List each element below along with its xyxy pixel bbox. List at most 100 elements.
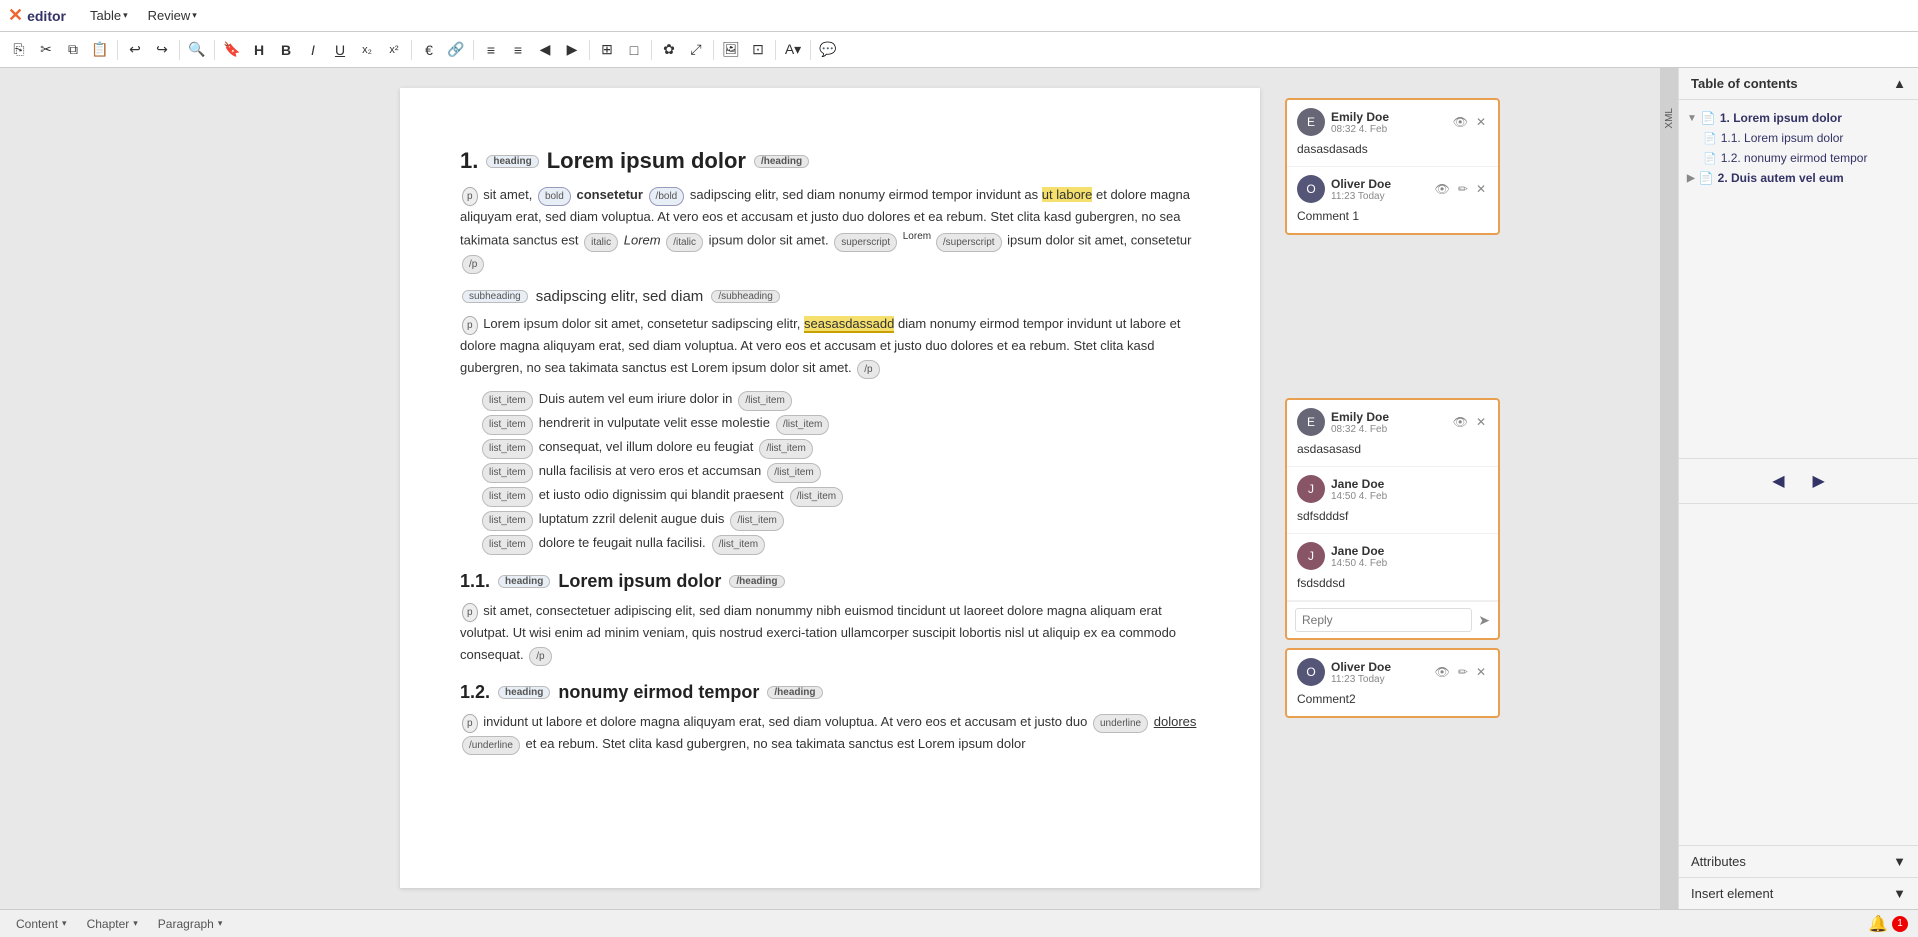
insert-element-chevron: ▼: [1893, 886, 1906, 901]
comment-eye-btn-1-1[interactable]: 👁: [1451, 113, 1470, 131]
expand-btn[interactable]: ⤢: [683, 37, 709, 63]
para1-text4: ipsum dolor sit amet.: [709, 233, 833, 248]
comment-meta-2-3: Jane Doe 14:50 4. Feb: [1331, 544, 1488, 569]
search-btn[interactable]: 🔍: [184, 37, 210, 63]
redo-btn[interactable]: ↪: [149, 37, 175, 63]
xml-panel-toggle[interactable]: XML: [1660, 68, 1678, 909]
review-menu[interactable]: Review ▾: [140, 4, 205, 27]
comment-author-3-1: Oliver Doe: [1331, 660, 1427, 674]
toc-item-2[interactable]: ▶ 📄 2. Duis autem vel eum: [1679, 168, 1918, 188]
h11-number: 1.1.: [460, 571, 490, 592]
p-tag-1: p: [462, 187, 478, 206]
comment-eye-btn-1-2[interactable]: 👁: [1433, 180, 1452, 198]
h11-tag-open: heading: [498, 575, 550, 588]
bell-icon[interactable]: 🔔: [1868, 914, 1888, 934]
comment-close-btn-2-1[interactable]: ✕: [1474, 413, 1488, 431]
underline-btn[interactable]: U: [327, 37, 353, 63]
comment-text-2-1: asdasasasd: [1297, 440, 1488, 458]
comment-close-btn-1-2[interactable]: ✕: [1474, 180, 1488, 198]
table-menu[interactable]: Table ▾: [82, 4, 136, 27]
image-btn[interactable]: 🖼: [718, 37, 744, 63]
attributes-panel[interactable]: Attributes ▼: [1679, 845, 1918, 877]
bold-btn[interactable]: B: [273, 37, 299, 63]
font-color-btn[interactable]: A▾: [780, 37, 806, 63]
paste-btn[interactable]: 📋: [87, 37, 113, 63]
sep4: [411, 40, 412, 60]
toc-item-1[interactable]: ▼ 📄 1. Lorem ipsum dolor: [1679, 108, 1918, 128]
comment-text-1-2: Comment 1: [1297, 207, 1488, 225]
sep3: [214, 40, 215, 60]
nav-next-btn[interactable]: ▶: [1805, 467, 1833, 495]
comment-text-3-1: Comment2: [1297, 690, 1488, 708]
comment-actions-1-1: 👁 ✕: [1451, 113, 1488, 131]
comment-meta-1-1: Emily Doe 08:32 4. Feb: [1331, 110, 1445, 135]
comment-text-1-1: dasasdasads: [1297, 140, 1488, 158]
chapter-status-item[interactable]: Chapter ▾: [81, 915, 144, 933]
copy-btn[interactable]: ⧉: [60, 37, 86, 63]
content-status-item[interactable]: Content ▾: [10, 915, 73, 933]
bold-tag-close: /bold: [649, 187, 685, 206]
cut-btn[interactable]: ✂: [33, 37, 59, 63]
comment-item-2-2: J Jane Doe 14:50 4. Feb sdfsdddsf: [1287, 467, 1498, 534]
toc-header: Table of contents ▲: [1679, 68, 1918, 100]
toc-doc-icon-2: 📄: [1699, 171, 1714, 185]
bell-area: 🔔 1: [1868, 914, 1908, 934]
paragraph-4: p invidunt ut labore et dolore magna ali…: [460, 711, 1200, 755]
insert-element-panel[interactable]: Insert element ▼: [1679, 877, 1918, 909]
comment-edit-btn-1-2[interactable]: ✏: [1456, 180, 1470, 198]
sep5: [473, 40, 474, 60]
align-left-btn[interactable]: ◀: [532, 37, 558, 63]
new-btn[interactable]: ⎘: [6, 37, 32, 63]
table-btn[interactable]: ⊞: [594, 37, 620, 63]
para1-text5: ipsum dolor sit amet, consetetur: [1007, 233, 1191, 248]
comment-eye-btn-2-1[interactable]: 👁: [1451, 413, 1470, 431]
box-btn[interactable]: □: [621, 37, 647, 63]
link-btn[interactable]: 🔗: [443, 37, 469, 63]
p-tag-4: p: [462, 714, 478, 733]
paragraph-chevron: ▾: [218, 918, 223, 929]
comment-close-btn-1-1[interactable]: ✕: [1474, 113, 1488, 131]
toc-item-11[interactable]: 📄 1.1. Lorem ipsum dolor: [1679, 128, 1918, 148]
toc-item-label-1: 1. Lorem ipsum dolor: [1720, 111, 1842, 125]
undo-btn[interactable]: ↩: [122, 37, 148, 63]
toc-item-label-2: 2. Duis autem vel eum: [1718, 171, 1844, 185]
highlight-text: ut labore: [1042, 187, 1093, 202]
comment-meta-2-1: Emily Doe 08:32 4. Feb: [1331, 410, 1445, 435]
comment-item-1-1: E Emily Doe 08:32 4. Feb 👁 ✕ dasasdasads: [1287, 100, 1498, 167]
comment-thread-2: E Emily Doe 08:32 4. Feb 👁 ✕ asdasasasd: [1285, 398, 1500, 640]
ordered-list-btn[interactable]: ≡: [478, 37, 504, 63]
special-char-btn[interactable]: €: [416, 37, 442, 63]
comment-author-1-2: Oliver Doe: [1331, 177, 1427, 191]
reply-input-2[interactable]: [1295, 608, 1472, 632]
align-right-btn[interactable]: ▶: [559, 37, 585, 63]
unordered-list-btn[interactable]: ≡: [505, 37, 531, 63]
h12-text: nonumy eirmod tempor: [558, 682, 759, 703]
toc-collapse-icon[interactable]: ▲: [1893, 76, 1906, 91]
italic-btn[interactable]: I: [300, 37, 326, 63]
toc-content: ▼ 📄 1. Lorem ipsum dolor 📄 1.1. Lorem ip…: [1679, 100, 1918, 458]
para4-text1: invidunt ut labore et dolore magna aliqu…: [483, 714, 1087, 729]
highlight-text-2: seasasdassadd: [804, 316, 894, 333]
paragraph-status-item[interactable]: Paragraph ▾: [152, 915, 229, 933]
comment-header-1-2: O Oliver Doe 11:23 Today 👁 ✏ ✕: [1297, 175, 1488, 203]
comment-close-btn-3-1[interactable]: ✕: [1474, 663, 1488, 681]
special-btn[interactable]: ✿: [656, 37, 682, 63]
subscript-btn[interactable]: x₂: [354, 37, 380, 63]
comment-edit-btn-3-1[interactable]: ✏: [1456, 663, 1470, 681]
nav-prev-btn[interactable]: ◀: [1764, 467, 1792, 495]
comment-eye-btn-3-1[interactable]: 👁: [1433, 663, 1452, 681]
bookmark-btn[interactable]: 🔖: [219, 37, 245, 63]
toc-item-12[interactable]: 📄 1.2. nonumy eirmod tempor: [1679, 148, 1918, 168]
ordered-list: list_item Duis autem vel eum iriure dolo…: [480, 387, 1200, 555]
right-panel-spacer: [1679, 504, 1918, 846]
superscript-btn[interactable]: x²: [381, 37, 407, 63]
heading-btn[interactable]: H: [246, 37, 272, 63]
content-chevron: ▾: [62, 918, 67, 929]
reply-send-btn-2[interactable]: ➤: [1478, 612, 1490, 629]
media-btn[interactable]: ⊡: [745, 37, 771, 63]
editor-area[interactable]: 1. heading Lorem ipsum dolor /heading p …: [0, 68, 1660, 909]
comment-thread-1: E Emily Doe 08:32 4. Feb 👁 ✕ dasasdasads: [1285, 98, 1500, 235]
editor-document[interactable]: 1. heading Lorem ipsum dolor /heading p …: [400, 88, 1260, 888]
comment-btn[interactable]: 💬: [815, 37, 841, 63]
para3-text: sit amet, consectetuer adipiscing elit, …: [460, 603, 1176, 662]
